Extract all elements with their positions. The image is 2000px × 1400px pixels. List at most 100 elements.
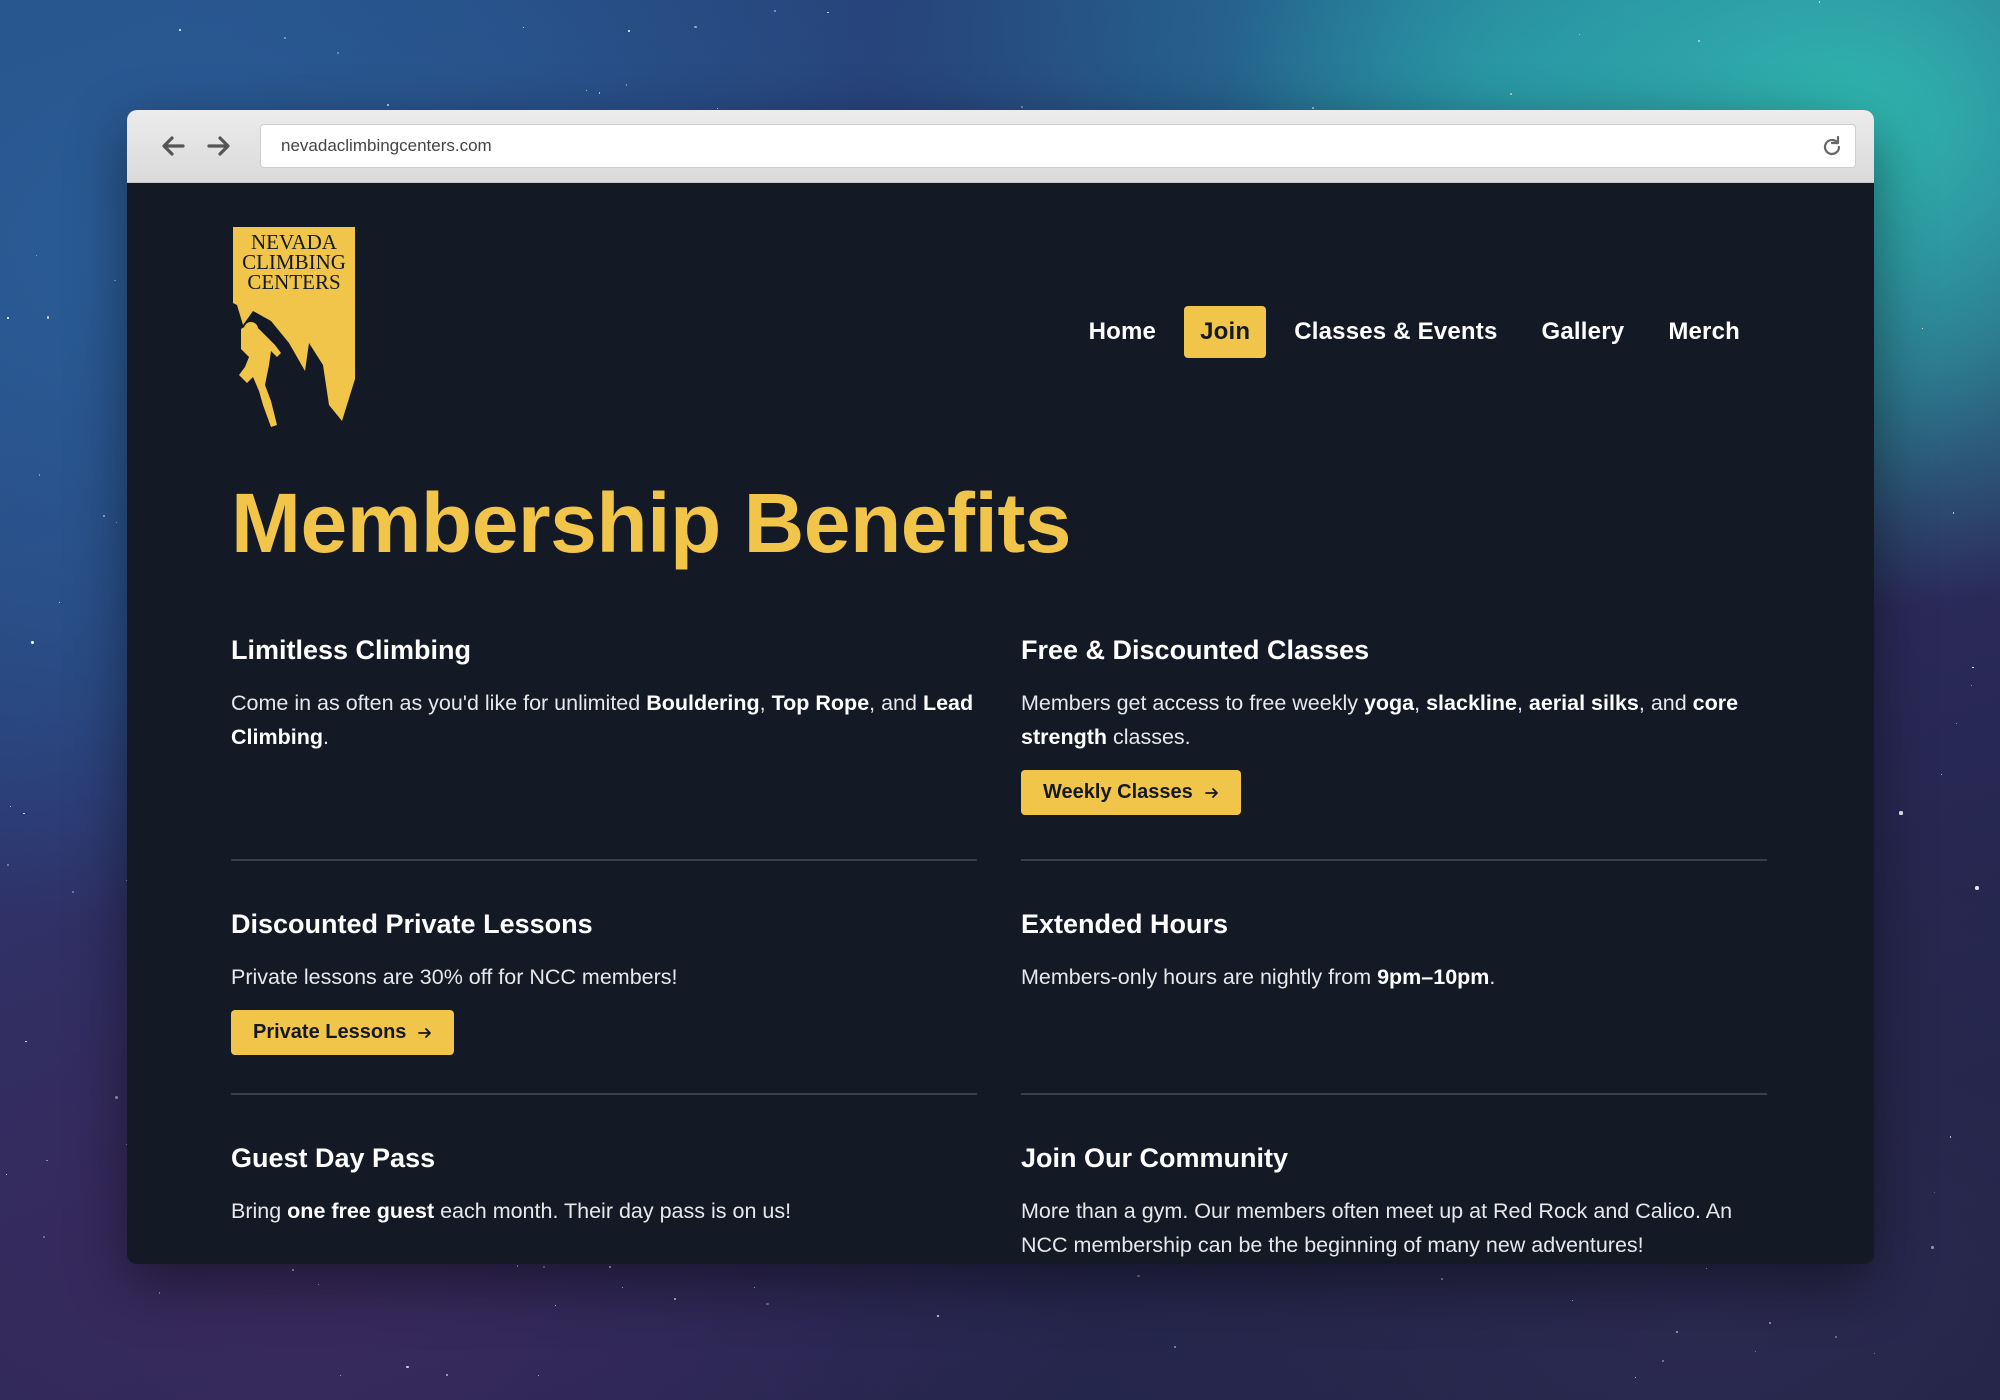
star <box>1949 1136 1952 1138</box>
star <box>42 1236 45 1239</box>
star <box>1020 106 1023 109</box>
star <box>284 36 287 39</box>
star <box>339 1374 342 1377</box>
private-lessons-button[interactable]: Private Lessons <box>231 1010 455 1055</box>
star <box>538 1374 540 1376</box>
private-lessons-label: Private Lessons <box>253 1021 407 1043</box>
benefit-guest-day-pass: Guest Day Pass Bring one free guest each… <box>231 1095 977 1264</box>
star <box>753 1286 755 1288</box>
star <box>445 1373 448 1376</box>
benefit-join-community: Join Our Community More than a gym. Our … <box>1021 1095 1767 1264</box>
star <box>598 92 600 94</box>
star <box>717 107 719 110</box>
weekly-classes-button[interactable]: Weekly Classes <box>1021 770 1241 815</box>
benefit-heading: Join Our Community <box>1021 1143 1289 1173</box>
benefit-text: More than a gym. Our members often meet … <box>1021 1199 1733 1257</box>
star <box>336 52 339 55</box>
benefits-grid: Limitless Climbing Come in as often as y… <box>231 613 1771 1264</box>
main-nav: Home Join Classes & Events Gallery Merch <box>1073 306 1756 358</box>
star <box>1952 512 1955 514</box>
address-bar[interactable]: nevadaclimbingcenters.com <box>260 124 1856 168</box>
star <box>1834 1335 1837 1338</box>
star <box>1441 1277 1444 1280</box>
star <box>1579 34 1581 36</box>
star <box>609 1266 612 1269</box>
star <box>46 1159 48 1162</box>
star <box>10 805 12 807</box>
star <box>1311 106 1314 109</box>
star <box>554 1305 556 1307</box>
star <box>1956 722 1958 724</box>
star <box>1873 1352 1875 1355</box>
url-text: nevadaclimbingcenters.com <box>281 136 492 155</box>
benefit-heading: Extended Hours <box>1021 909 1229 939</box>
star <box>292 1269 294 1272</box>
star <box>1754 1351 1756 1353</box>
arrow-left-icon <box>162 136 185 156</box>
star <box>1769 1322 1772 1325</box>
benefit-heading: Discounted Private Lessons <box>231 909 593 939</box>
star <box>1971 684 1973 686</box>
star <box>1934 1192 1936 1194</box>
star <box>774 10 777 12</box>
star <box>406 1365 409 1368</box>
star <box>1661 1359 1665 1363</box>
star <box>1974 886 1979 890</box>
star <box>694 25 697 28</box>
star <box>179 28 182 32</box>
star <box>1818 1 1820 3</box>
star <box>6 317 9 320</box>
star <box>1137 1274 1140 1277</box>
star <box>1922 328 1924 330</box>
star <box>1572 1300 1574 1302</box>
benefit-limitless-climbing: Limitless Climbing Come in as often as y… <box>231 613 977 861</box>
star <box>625 84 627 86</box>
star <box>937 1315 939 1318</box>
reload-button[interactable] <box>1819 134 1845 160</box>
nav-item-home[interactable]: Home <box>1073 306 1172 358</box>
nav-item-merch[interactable]: Merch <box>1652 306 1756 358</box>
benefit-private-lessons: Discounted Private Lessons Private lesso… <box>231 861 977 1095</box>
forward-button[interactable] <box>201 128 237 164</box>
nav-item-classes-events[interactable]: Classes & Events <box>1278 306 1513 358</box>
star <box>522 26 525 29</box>
benefit-text: Private lessons are 30% off for NCC memb… <box>231 965 678 989</box>
star <box>46 316 50 319</box>
star <box>673 1297 676 1300</box>
benefit-text: Members get access to free weekly yoga, … <box>1021 691 1739 749</box>
star <box>114 280 116 282</box>
benefit-text: Bring one free guest each month. Their d… <box>231 1199 792 1223</box>
star <box>386 103 390 106</box>
star <box>39 474 41 476</box>
ncc-logo[interactable]: NEVADA CLIMBING CENTERS <box>231 225 357 433</box>
benefit-text: Come in as often as you'd like for unlim… <box>231 691 974 749</box>
back-button[interactable] <box>155 128 191 164</box>
star <box>59 601 61 603</box>
benefit-extended-hours: Extended Hours Members-only hours are ni… <box>1021 861 1767 1095</box>
browser-window: nevadaclimbingcenters.com NEVADA CLIMBIN… <box>127 110 1874 1264</box>
nav-item-gallery[interactable]: Gallery <box>1526 306 1641 358</box>
star <box>1931 1246 1934 1249</box>
star <box>621 1286 623 1289</box>
arrow-right-icon <box>1204 787 1218 798</box>
star <box>1705 1268 1707 1270</box>
star <box>543 1266 546 1269</box>
page-title: Membership Benefits <box>231 476 1072 570</box>
nav-item-join[interactable]: Join <box>1184 306 1267 358</box>
star <box>827 11 829 14</box>
star <box>628 30 630 32</box>
star <box>115 1096 119 1100</box>
reload-icon <box>1823 135 1841 156</box>
arrow-right-icon <box>418 1027 432 1038</box>
star <box>1899 811 1903 815</box>
star <box>1972 666 1974 669</box>
star <box>72 891 75 894</box>
star <box>766 1303 769 1306</box>
star <box>1940 774 1942 776</box>
star <box>36 254 38 256</box>
star <box>1634 1376 1637 1379</box>
weekly-classes-label: Weekly Classes <box>1043 781 1193 803</box>
benefit-heading: Guest Day Pass <box>231 1143 436 1173</box>
star <box>7 864 10 867</box>
benefit-free-discounted-classes: Free & Discounted Classes Members get ac… <box>1021 613 1767 861</box>
